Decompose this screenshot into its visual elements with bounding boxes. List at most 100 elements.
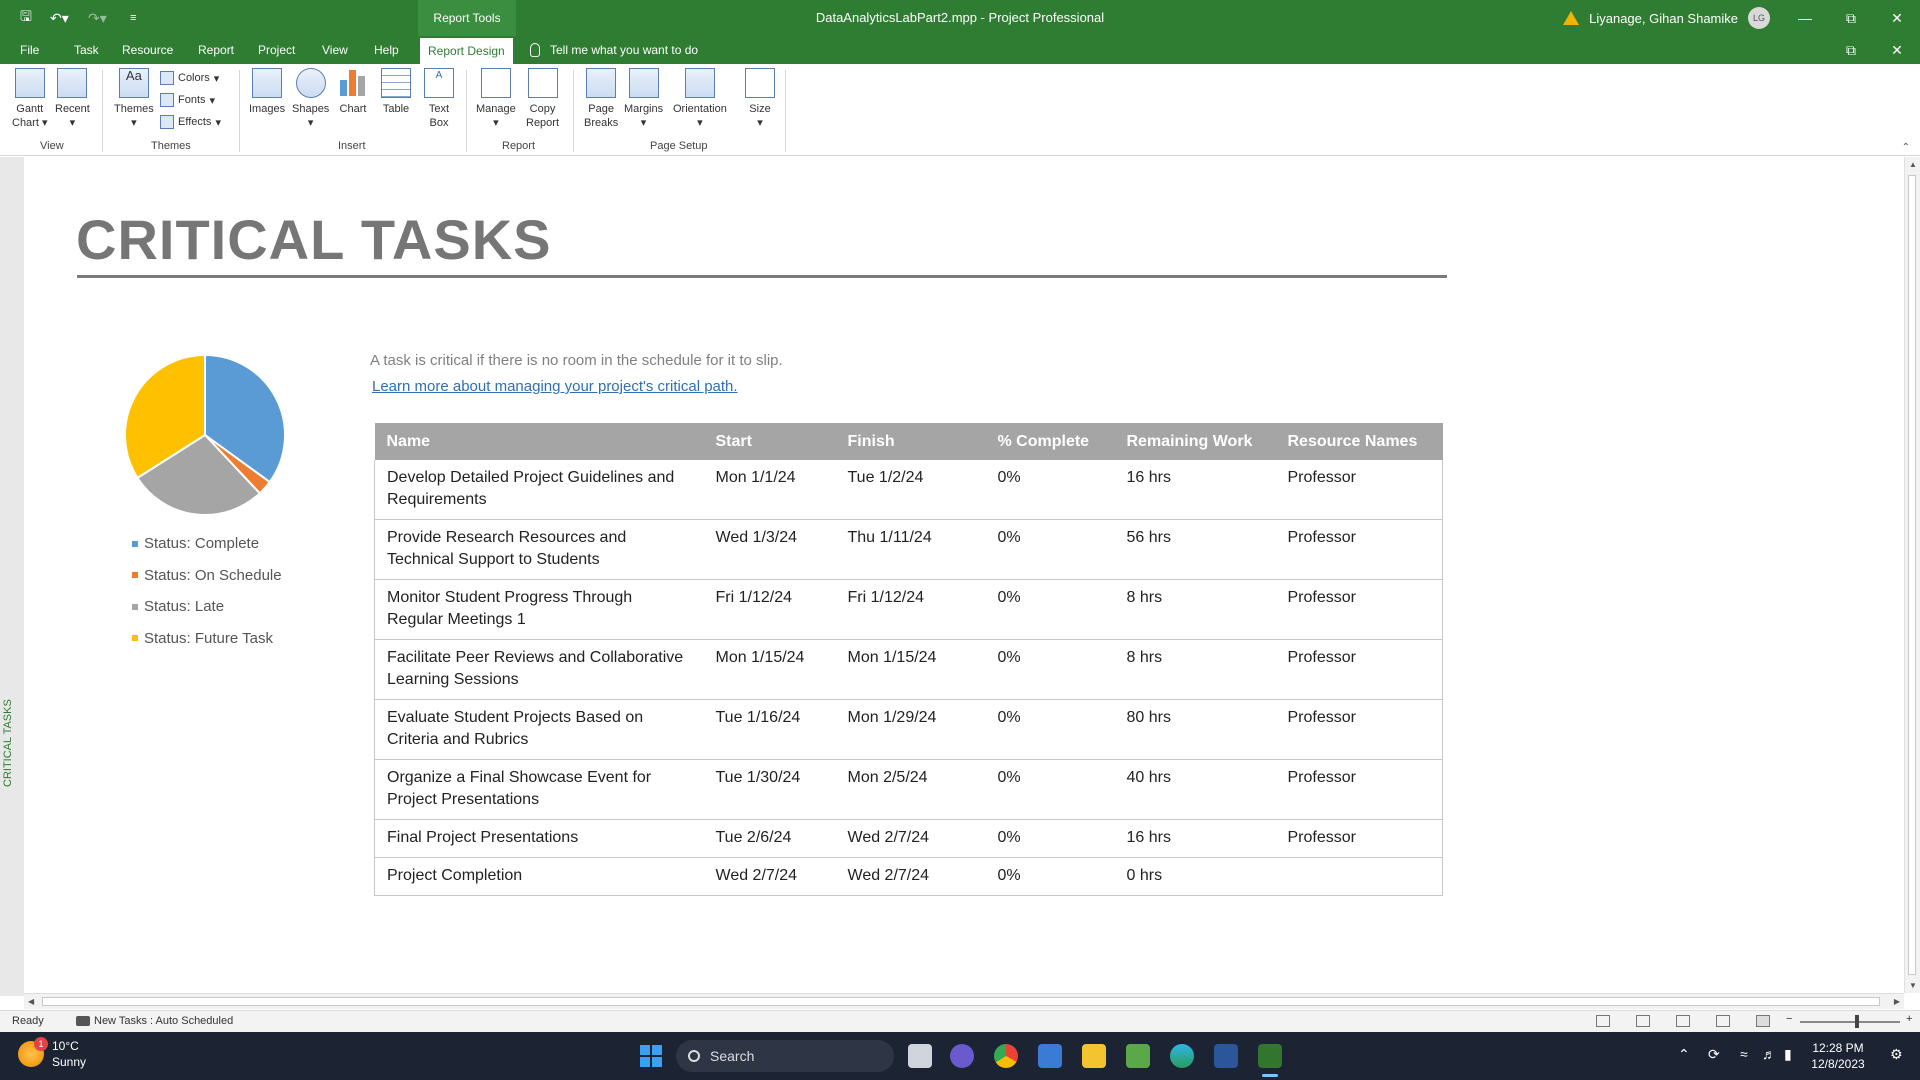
horizontal-scroll-thumb[interactable] (42, 997, 1880, 1006)
legend-item[interactable]: Status: Future Task (132, 630, 273, 647)
table-row[interactable]: Organize a Final Showcase Event for Proj… (374, 759, 1443, 820)
shapes-button[interactable]: Shapes ▾ (292, 68, 329, 130)
tell-me-search[interactable]: Tell me what you want to do (530, 36, 698, 64)
chevron-up-icon[interactable]: ⌃ (1678, 1046, 1690, 1063)
user-account[interactable]: Liyanage, Gihan Shamike LG (1563, 0, 1770, 36)
page-title[interactable]: CRITICAL TASKS (76, 207, 551, 272)
weather-widget[interactable]: 1 10°C Sunny (18, 1037, 86, 1070)
text-box-button[interactable]: A Text Box (424, 68, 454, 130)
cell-resource-names: Professor (1275, 819, 1443, 858)
critical-path-link[interactable]: Learn more about managing your project's… (372, 378, 738, 395)
table-row[interactable]: Provide Research Resources and Technical… (374, 519, 1443, 580)
settings-gear-icon[interactable]: ⚙ (1890, 1046, 1903, 1063)
fonts-button[interactable]: Fonts ▾ (160, 90, 215, 110)
table-button[interactable]: Table (381, 68, 411, 116)
gantt-view-icon[interactable] (1596, 1015, 1610, 1027)
table-row[interactable]: Evaluate Student Projects Based on Crite… (374, 699, 1443, 760)
system-clock[interactable]: 12:28 PM 12/8/2023 (1800, 1040, 1876, 1072)
gantt-chart-button[interactable]: Gantt Chart ▾ (12, 68, 47, 130)
effects-icon (160, 115, 174, 129)
report-description[interactable]: A task is critical if there is no room i… (370, 352, 783, 369)
effects-button[interactable]: Effects ▾ (160, 112, 221, 132)
horizontal-scrollbar[interactable]: ◀ ▶ (24, 993, 1904, 1009)
tab-help[interactable]: Help (366, 36, 407, 64)
warning-icon[interactable] (1563, 11, 1580, 25)
undo-icon[interactable]: ↶▾ (50, 0, 69, 36)
legend-item[interactable]: Status: Late (132, 598, 224, 615)
column-header-finish: Finish (835, 423, 986, 460)
margins-button[interactable]: Margins ▾ (624, 68, 663, 130)
manage-button[interactable]: Manage ▾ (476, 68, 516, 130)
notepad-icon[interactable] (1126, 1044, 1150, 1068)
zoom-slider-handle[interactable] (1855, 1015, 1859, 1028)
recent-icon (57, 68, 88, 98)
restore-button[interactable]: ⧉ (1828, 0, 1874, 36)
tab-resource[interactable]: Resource (114, 36, 181, 64)
table-row[interactable]: Develop Detailed Project Guidelines and … (374, 460, 1443, 520)
orientation-button[interactable]: Orientation ▾ (673, 68, 727, 130)
table-row[interactable]: Project Completion Wed 2/7/24 Wed 2/7/24 0%… (374, 857, 1443, 896)
report-view-icon[interactable] (1756, 1015, 1770, 1027)
teams-icon[interactable] (950, 1044, 974, 1068)
wifi-icon[interactable]: ≈ (1740, 1046, 1748, 1062)
zoom-out-icon[interactable]: − (1786, 1013, 1792, 1025)
volume-icon[interactable]: ♬ (1762, 1046, 1776, 1062)
minimize-button[interactable]: — (1782, 0, 1828, 36)
team-planner-view-icon[interactable] (1676, 1015, 1690, 1027)
table-row[interactable]: Facilitate Peer Reviews and Collaborativ… (374, 639, 1443, 700)
task-usage-view-icon[interactable] (1636, 1015, 1650, 1027)
column-header-start: Start (703, 423, 836, 460)
customize-quick-access-icon[interactable]: ≡ (130, 0, 136, 36)
avatar[interactable]: LG (1748, 7, 1770, 29)
table-row[interactable]: Monitor Student Progress Through Regular… (374, 579, 1443, 640)
scroll-up-icon[interactable]: ▲ (1909, 160, 1917, 169)
task-view-icon[interactable] (908, 1044, 932, 1068)
scroll-left-icon[interactable]: ◀ (28, 997, 34, 1006)
copy-report-icon (527, 68, 558, 98)
chrome-icon[interactable] (994, 1044, 1018, 1068)
copy-report-button[interactable]: Copy Report (526, 68, 559, 130)
ribbon-restore-icon[interactable]: ⧉ (1828, 32, 1874, 68)
legend-item[interactable]: Status: Complete (132, 535, 259, 552)
tab-report[interactable]: Report (190, 36, 242, 64)
edge-icon[interactable] (1170, 1044, 1194, 1068)
scroll-right-icon[interactable]: ▶ (1894, 997, 1900, 1006)
size-button[interactable]: Size ▾ (745, 68, 775, 130)
tab-view[interactable]: View (314, 36, 356, 64)
vertical-scrollbar[interactable]: ▲ ▼ (1904, 157, 1920, 993)
tab-project[interactable]: Project (250, 36, 303, 64)
images-button[interactable]: Images (249, 68, 285, 116)
word-icon[interactable] (1214, 1044, 1238, 1068)
close-button[interactable]: ✕ (1874, 0, 1920, 36)
new-tasks-mode[interactable]: New Tasks : Auto Scheduled (76, 1015, 233, 1027)
file-explorer-icon[interactable] (1082, 1044, 1106, 1068)
collapse-ribbon-icon[interactable]: ⌃ (1902, 142, 1910, 153)
save-icon[interactable]: 🖫 (20, 0, 32, 36)
store-icon[interactable] (1038, 1044, 1062, 1068)
sync-icon[interactable]: ⟳ (1708, 1046, 1720, 1063)
themes-button[interactable]: Aa Themes ▾ (114, 68, 154, 130)
taskbar-search[interactable]: Search (676, 1040, 894, 1072)
status-pie-chart[interactable] (120, 350, 290, 520)
critical-tasks-table[interactable]: Name Start Finish % Complete Remaining W… (374, 423, 1443, 896)
battery-icon[interactable]: ▮ (1784, 1046, 1792, 1063)
table-row[interactable]: Final Project Presentations Tue 2/6/24 Wed… (374, 819, 1443, 858)
resource-sheet-view-icon[interactable] (1716, 1015, 1730, 1027)
recent-button[interactable]: Recent ▾ (55, 68, 90, 130)
redo-icon[interactable]: ↷▾ (88, 0, 107, 36)
zoom-slider[interactable] (1800, 1021, 1900, 1023)
chart-button[interactable]: Chart (338, 68, 368, 116)
tell-me-label: Tell me what you want to do (550, 43, 699, 57)
project-icon[interactable] (1258, 1044, 1282, 1068)
tab-task[interactable]: Task (66, 36, 107, 64)
tab-file[interactable]: File (12, 36, 47, 64)
document-close-icon[interactable]: ✕ (1874, 32, 1920, 68)
windows-start-icon[interactable] (640, 1045, 662, 1067)
scroll-down-icon[interactable]: ▼ (1909, 981, 1917, 990)
zoom-in-icon[interactable]: + (1906, 1013, 1912, 1025)
page-breaks-button[interactable]: Page Breaks (584, 68, 618, 130)
legend-item[interactable]: Status: On Schedule (132, 567, 282, 584)
tab-report-design[interactable]: Report Design (420, 38, 513, 64)
vertical-scroll-thumb[interactable] (1908, 175, 1916, 975)
colors-button[interactable]: Colors ▾ (160, 68, 219, 88)
